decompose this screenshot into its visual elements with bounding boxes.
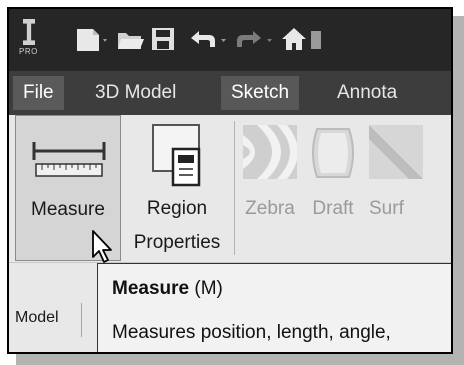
zebra-button[interactable]: Zebra [239, 115, 301, 261]
draft-icon [312, 128, 354, 178]
tooltip-title: Measure (M) [112, 278, 223, 300]
mouse-pointer-icon [92, 230, 112, 263]
tab-3d-model[interactable]: 3D Model [85, 76, 186, 110]
tooltip-shortcut: (M) [194, 278, 223, 299]
tooltip-command: Measure [112, 278, 190, 299]
tab-annotate[interactable]: Annota [327, 76, 407, 110]
panel-divider [81, 303, 82, 337]
overflow-icon [311, 31, 321, 49]
home-icon [282, 28, 306, 50]
region-label-line1: Region [146, 198, 208, 219]
screenshot-frame: PRO File 3D Model Sketch Annota Measure … [7, 7, 453, 354]
open-folder-icon [118, 33, 144, 49]
measure-label: Measure [31, 199, 105, 220]
open-button[interactable] [117, 29, 145, 56]
region-properties-button[interactable]: Region Properties [123, 115, 231, 261]
quick-access-toolbar: PRO [9, 9, 451, 71]
ribbon-panel: Measure Region Properties Zebra Draft Su… [9, 115, 451, 263]
panel-label-model: Model [15, 309, 59, 326]
tooltip-description: Measures position, length, angle, [112, 322, 391, 343]
ribbon-separator [234, 121, 235, 255]
surface-button[interactable]: Surf [363, 115, 423, 261]
surface-icon [369, 125, 423, 179]
undo-icon [191, 31, 226, 47]
ruler-icon [32, 142, 106, 177]
zebra-label: Zebra [245, 198, 295, 219]
zebra-icon [243, 125, 297, 179]
tab-sketch[interactable]: Sketch [221, 76, 300, 110]
ribbon-tab-bar: File 3D Model Sketch Annota [9, 71, 451, 115]
new-file-icon [77, 29, 107, 51]
new-file-button[interactable] [75, 27, 109, 58]
undo-button[interactable] [189, 29, 229, 56]
tab-file[interactable]: File [13, 76, 64, 110]
home-button[interactable] [281, 27, 307, 56]
redo-icon [237, 31, 272, 47]
draft-label: Draft [312, 198, 354, 219]
inventor-logo-icon [23, 19, 35, 45]
redo-button[interactable] [235, 29, 275, 56]
app-logo[interactable]: PRO [19, 19, 41, 59]
measure-tooltip: Measure (M) Measures position, length, a… [97, 263, 451, 352]
save-icon [152, 28, 174, 50]
draft-button[interactable]: Draft [303, 115, 363, 261]
region-properties-icon [152, 124, 201, 187]
surface-label: Surf [369, 198, 404, 219]
logo-pro-label: PRO [19, 47, 38, 56]
save-button[interactable] [151, 27, 175, 56]
region-label-line2: Properties [133, 232, 221, 253]
